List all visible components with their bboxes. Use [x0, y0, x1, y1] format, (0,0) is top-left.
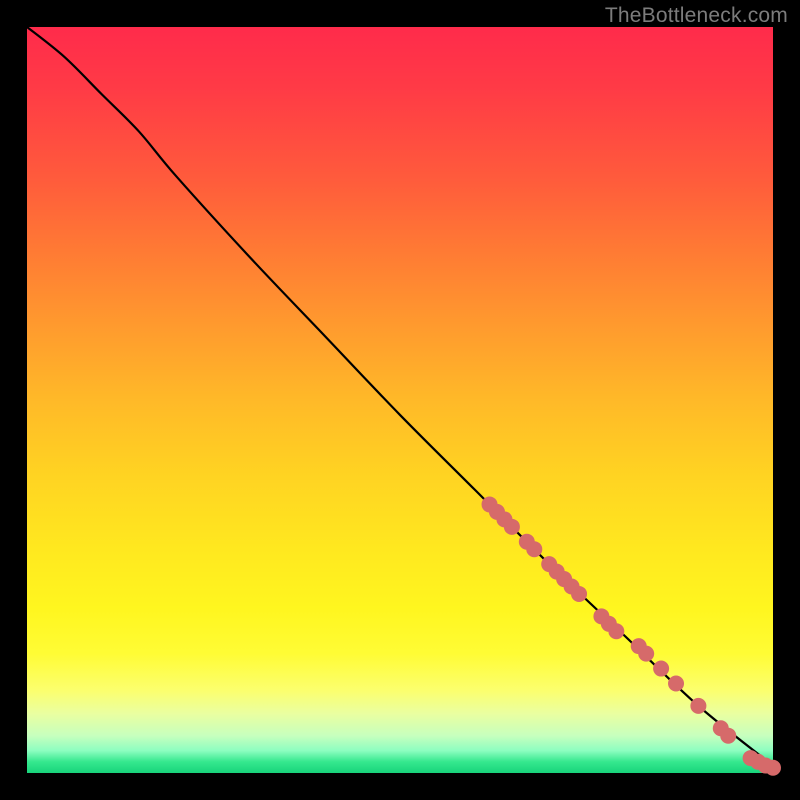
chart-data-points [482, 496, 781, 775]
data-point [690, 698, 706, 714]
data-point [638, 646, 654, 662]
data-point [720, 728, 736, 744]
data-point [608, 623, 624, 639]
data-point [668, 675, 684, 691]
chart-curve [27, 27, 773, 766]
chart-stage: TheBottleneck.com [0, 0, 800, 800]
data-point [504, 519, 520, 535]
data-point [765, 760, 781, 776]
data-point [653, 661, 669, 677]
data-point [526, 541, 542, 557]
chart-overlay-svg [0, 0, 800, 800]
data-point [571, 586, 587, 602]
